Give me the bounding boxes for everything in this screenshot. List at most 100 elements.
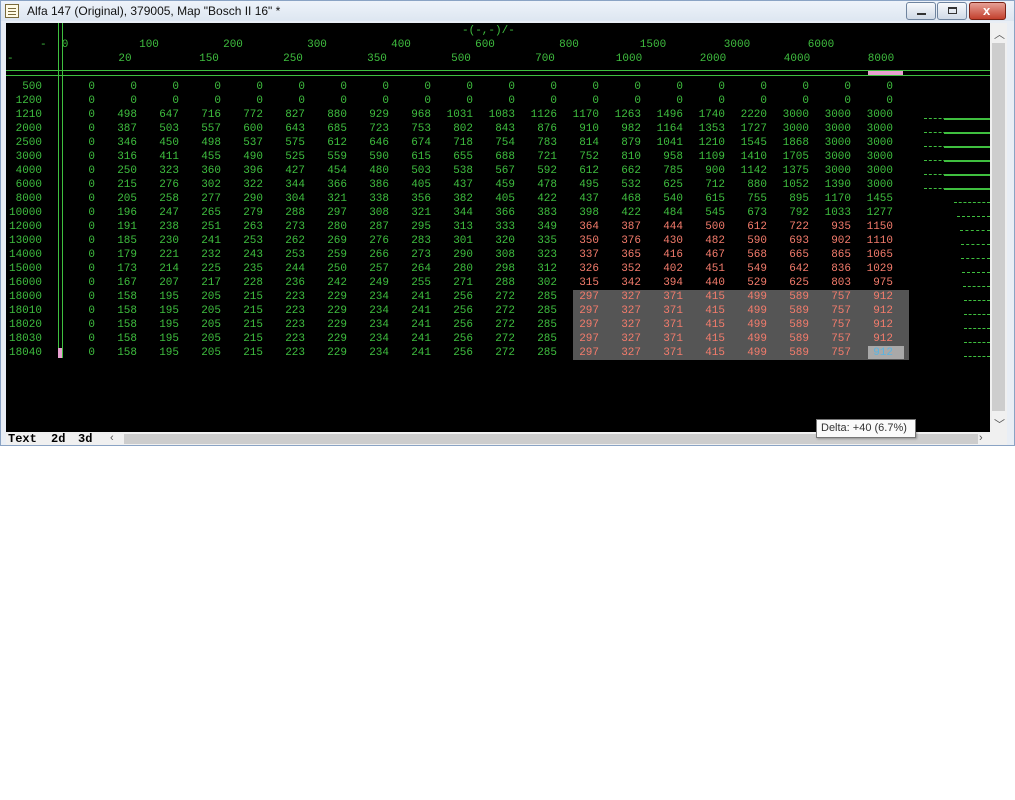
map-cell[interactable]: 0	[605, 81, 641, 93]
map-cell[interactable]: 0	[353, 95, 389, 107]
map-cell[interactable]: 179	[101, 249, 137, 261]
map-cell[interactable]: 223	[269, 319, 305, 331]
map-cell[interactable]: 752	[563, 151, 599, 163]
map-cell[interactable]: 625	[647, 179, 683, 191]
map-cell[interactable]: 250	[101, 165, 137, 177]
map-cell[interactable]: 490	[227, 151, 263, 163]
map-cell[interactable]: 0	[59, 347, 95, 359]
map-cell[interactable]: 234	[353, 305, 389, 317]
map-cell[interactable]: 721	[521, 151, 557, 163]
map-cell[interactable]: 285	[521, 319, 557, 331]
map-cell[interactable]: 0	[59, 333, 95, 345]
map-cell[interactable]: 0	[59, 109, 95, 121]
map-cell[interactable]: 567	[479, 165, 515, 177]
map-cell[interactable]: 482	[689, 235, 725, 247]
map-cell[interactable]: 386	[353, 179, 389, 191]
map-cell[interactable]: 810	[605, 151, 641, 163]
map-cell[interactable]: 843	[479, 123, 515, 135]
map-cell[interactable]: 191	[101, 221, 137, 233]
map-cell[interactable]: 568	[731, 249, 767, 261]
map-cell[interactable]: 205	[185, 305, 221, 317]
map-cell[interactable]: 323	[143, 165, 179, 177]
map-cell[interactable]: 0	[185, 81, 221, 93]
map-cell[interactable]: 499	[731, 333, 767, 345]
map-cell[interactable]: 195	[143, 347, 179, 359]
map-cell[interactable]: 243	[227, 249, 263, 261]
map-cell[interactable]: 545	[689, 207, 725, 219]
title-bar[interactable]: Alfa 147 (Original), 379005, Map "Bosch …	[1, 1, 1014, 21]
map-cell[interactable]: 205	[185, 333, 221, 345]
map-cell[interactable]: 158	[101, 347, 137, 359]
map-cell[interactable]: 371	[647, 347, 683, 359]
map-cell[interactable]: 792	[773, 207, 809, 219]
map-cell[interactable]: 1033	[815, 207, 851, 219]
map-cell[interactable]: 158	[101, 319, 137, 331]
map-cell[interactable]: 402	[647, 263, 683, 275]
map-cell[interactable]: 0	[773, 95, 809, 107]
map-cell[interactable]: 785	[647, 165, 683, 177]
map-cell[interactable]: 912	[857, 305, 893, 317]
map-cell[interactable]: 327	[605, 291, 641, 303]
map-cell[interactable]: 297	[563, 319, 599, 331]
map-cell[interactable]: 411	[143, 151, 179, 163]
map-cell[interactable]: 1705	[773, 151, 809, 163]
map-cell[interactable]: 589	[773, 333, 809, 345]
map-cell[interactable]: 537	[227, 137, 263, 149]
map-cell[interactable]: 223	[269, 347, 305, 359]
map-cell[interactable]: 256	[437, 305, 473, 317]
map-cell[interactable]: 1496	[647, 109, 683, 121]
map-cell[interactable]: 0	[101, 81, 137, 93]
map-cell[interactable]: 236	[269, 277, 305, 289]
map-cell[interactable]: 0	[647, 81, 683, 93]
map-cell[interactable]: 238	[143, 221, 179, 233]
map-cell[interactable]: 195	[143, 291, 179, 303]
map-cell[interactable]: 0	[395, 81, 431, 93]
map-cell[interactable]: 327	[605, 305, 641, 317]
map-cell[interactable]: 1455	[857, 193, 893, 205]
map-cell[interactable]: 0	[59, 235, 95, 247]
map-cell[interactable]: 612	[731, 221, 767, 233]
map-cell[interactable]: 592	[521, 165, 557, 177]
map-text-view[interactable]: -(-,-)/- - - 0 20 100 150 200 250 300 350 400 500…	[6, 23, 990, 432]
map-cell[interactable]: 589	[773, 291, 809, 303]
map-cell[interactable]: 1375	[773, 165, 809, 177]
map-cell[interactable]: 499	[731, 347, 767, 359]
map-cell[interactable]: 3000	[773, 109, 809, 121]
map-cell[interactable]: 1277	[857, 207, 893, 219]
map-cell[interactable]: 450	[143, 137, 179, 149]
map-cell[interactable]: 500	[689, 221, 725, 233]
map-cell[interactable]: 430	[647, 235, 683, 247]
map-cell[interactable]: 722	[773, 221, 809, 233]
map-cell[interactable]: 256	[437, 333, 473, 345]
map-cell[interactable]: 0	[311, 81, 347, 93]
map-cell[interactable]: 3000	[857, 123, 893, 135]
map-cell[interactable]: 205	[185, 319, 221, 331]
map-cell[interactable]: 285	[521, 347, 557, 359]
map-cell[interactable]: 757	[815, 333, 851, 345]
map-cell[interactable]: 1545	[731, 137, 767, 149]
map-cell[interactable]: 215	[227, 347, 263, 359]
map-cell[interactable]: 272	[479, 291, 515, 303]
map-cell[interactable]: 662	[605, 165, 641, 177]
map-cell[interactable]: 158	[101, 291, 137, 303]
map-cell[interactable]: 754	[479, 137, 515, 149]
map-cell[interactable]: 723	[353, 123, 389, 135]
map-cell[interactable]: 185	[101, 235, 137, 247]
map-cell[interactable]: 958	[647, 151, 683, 163]
map-cell[interactable]: 301	[437, 235, 473, 247]
map-cell[interactable]: 540	[647, 193, 683, 205]
map-cell[interactable]: 1110	[857, 235, 893, 247]
map-cell[interactable]: 642	[773, 263, 809, 275]
app-icon[interactable]	[5, 4, 19, 18]
map-cell[interactable]: 241	[395, 319, 431, 331]
map-cell[interactable]: 3000	[815, 137, 851, 149]
map-cell[interactable]: 371	[647, 319, 683, 331]
map-cell[interactable]: 549	[731, 263, 767, 275]
map-cell[interactable]: 327	[605, 347, 641, 359]
map-cell[interactable]: 655	[437, 151, 473, 163]
map-cell[interactable]: 349	[521, 221, 557, 233]
map-cell[interactable]: 342	[605, 277, 641, 289]
map-cell[interactable]: 712	[689, 179, 725, 191]
map-cell[interactable]: 344	[437, 207, 473, 219]
map-cell[interactable]: 437	[437, 179, 473, 191]
